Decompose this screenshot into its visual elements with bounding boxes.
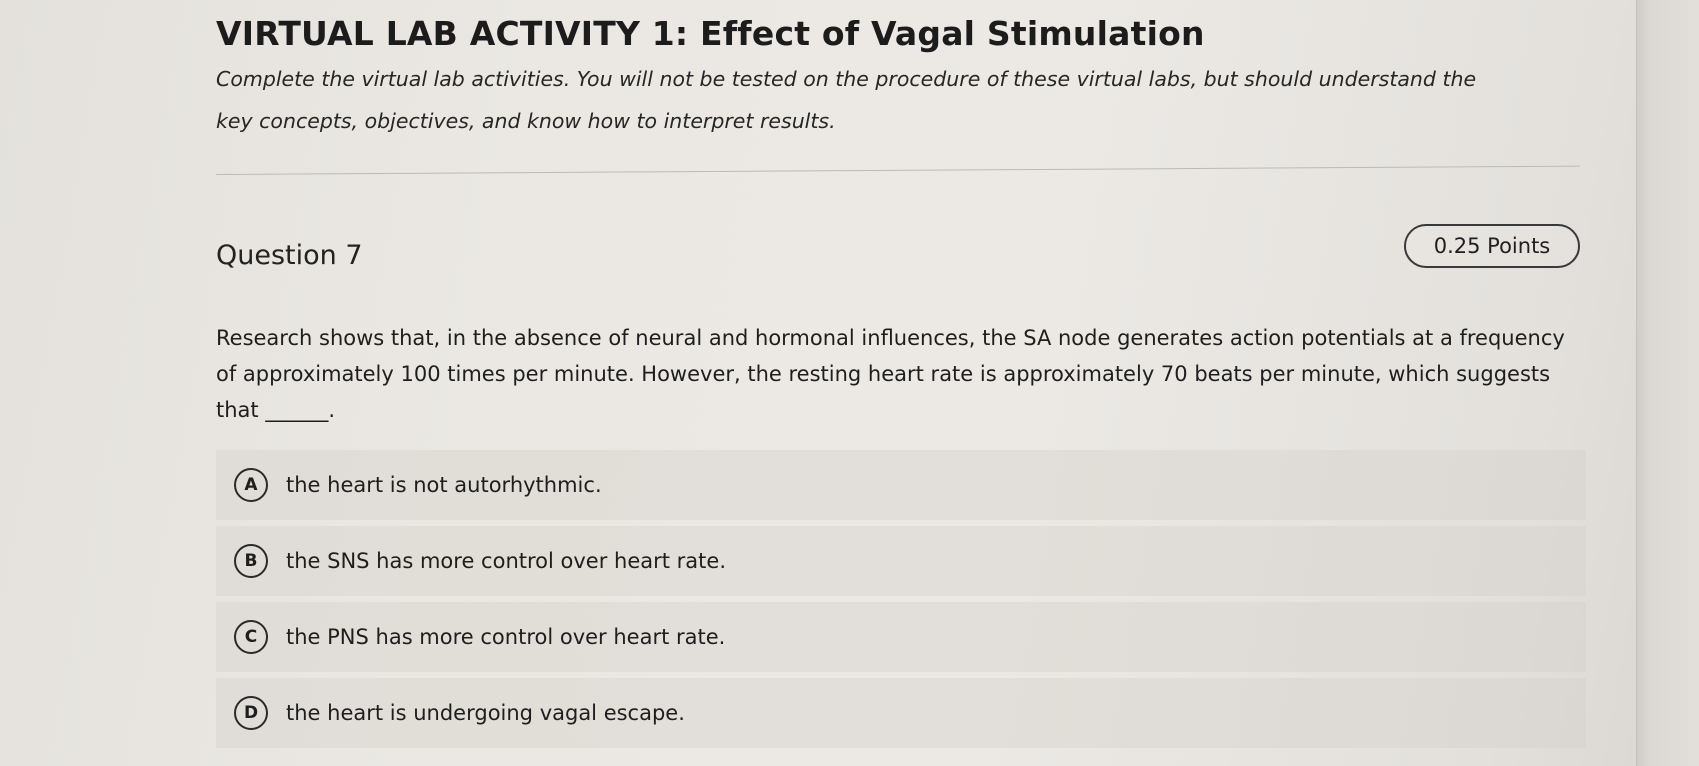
option-b-label: the SNS has more control over heart rate… bbox=[286, 549, 726, 573]
page-title: VIRTUAL LAB ACTIVITY 1: Effect of Vagal … bbox=[216, 14, 1205, 53]
option-d-radio[interactable]: D bbox=[234, 696, 268, 730]
option-a-radio[interactable]: A bbox=[234, 468, 268, 502]
screen-edge bbox=[1636, 0, 1699, 766]
section-divider bbox=[215, 165, 1580, 175]
option-b[interactable]: B the SNS has more control over heart ra… bbox=[216, 526, 1586, 596]
option-a-label: the heart is not autorhythmic. bbox=[286, 473, 602, 497]
option-c[interactable]: C the PNS has more control over heart ra… bbox=[216, 602, 1586, 672]
option-b-radio[interactable]: B bbox=[234, 544, 268, 578]
quiz-page: VIRTUAL LAB ACTIVITY 1: Effect of Vagal … bbox=[0, 0, 1636, 766]
instructions-text: Complete the virtual lab activities. You… bbox=[216, 67, 1477, 133]
question-prompt: Research shows that, in the absence of n… bbox=[216, 326, 1565, 422]
points-badge: 0.25 Points bbox=[1404, 224, 1580, 268]
option-a[interactable]: A the heart is not autorhythmic. bbox=[216, 450, 1586, 520]
answer-options: A the heart is not autorhythmic. B the S… bbox=[216, 450, 1586, 754]
option-c-label: the PNS has more control over heart rate… bbox=[286, 625, 726, 649]
option-d[interactable]: D the heart is undergoing vagal escape. bbox=[216, 678, 1586, 748]
question-heading: Question 7 bbox=[216, 240, 363, 271]
option-d-label: the heart is undergoing vagal escape. bbox=[286, 701, 685, 725]
option-c-radio[interactable]: C bbox=[234, 620, 268, 654]
